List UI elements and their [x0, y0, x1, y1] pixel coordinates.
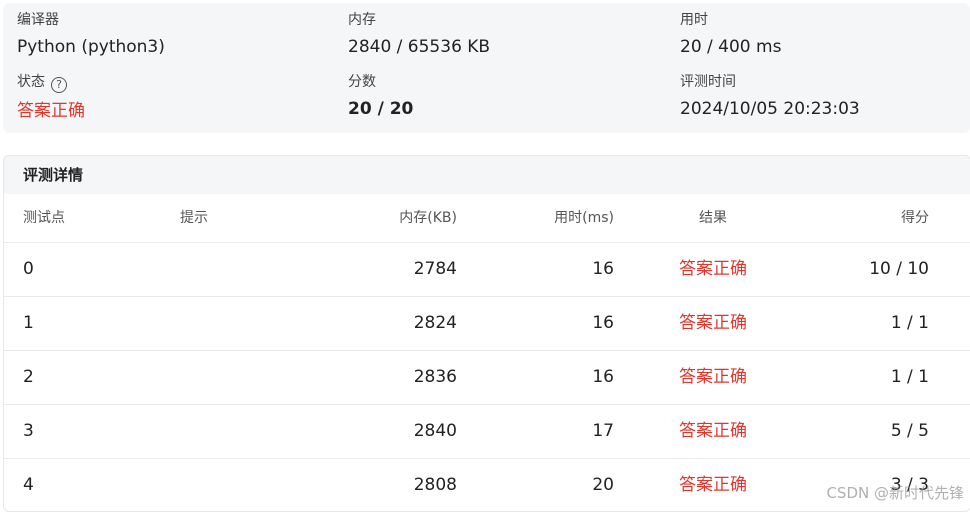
score-label: 分数: [348, 73, 413, 91]
testcase-index: 0: [23, 243, 34, 296]
testcase-index: 2: [23, 351, 34, 404]
testcase-score: 10 / 10: [869, 243, 929, 296]
judge-time-label: 评测时间: [680, 73, 860, 91]
csdn-watermark: CSDN @新时代先锋: [826, 482, 964, 503]
table-row: 0 2784 16 答案正确 10 / 10: [4, 243, 970, 297]
testcase-memory: 2784: [414, 243, 457, 296]
compiler-label: 编译器: [17, 11, 165, 29]
judge-time-value: 2024/10/05 20:23:03: [680, 98, 860, 120]
status-field: 状态? 答案正确: [17, 73, 85, 122]
status-label: 状态: [17, 74, 45, 90]
memory-field: 内存 2840 / 65536 KB: [348, 11, 490, 58]
column-header-score: 得分: [901, 194, 929, 242]
testcase-index: 4: [23, 459, 34, 512]
testcase-result: 答案正确: [677, 459, 749, 512]
testcase-memory: 2808: [414, 459, 457, 512]
status-label-row: 状态?: [17, 73, 85, 93]
table-header-row: 测试点 提示 内存(KB) 用时(ms) 结果 得分: [4, 194, 970, 243]
compiler-field: 编译器 Python (python3): [17, 11, 165, 58]
testcase-score: 1 / 1: [891, 351, 929, 404]
column-header-hint: 提示: [180, 194, 208, 242]
testcase-score: 1 / 1: [891, 297, 929, 350]
testcase-result: 答案正确: [677, 297, 749, 350]
table-row: 4 2808 20 答案正确 3 / 3: [4, 459, 970, 512]
testcase-time: 16: [592, 297, 614, 350]
time-used-value: 20 / 400 ms: [680, 36, 781, 58]
testcase-time: 20: [592, 459, 614, 512]
time-used-field: 用时 20 / 400 ms: [680, 11, 781, 58]
testcase-index: 3: [23, 405, 34, 458]
score-value: 20 / 20: [348, 98, 413, 120]
submission-summary-panel: 编译器 Python (python3) 内存 2840 / 65536 KB …: [3, 3, 970, 133]
table-row: 1 2824 16 答案正确 1 / 1: [4, 297, 970, 351]
testcase-time: 16: [592, 351, 614, 404]
column-header-memory: 内存(KB): [399, 194, 457, 242]
column-header-result: 结果: [677, 194, 749, 242]
testcase-index: 1: [23, 297, 34, 350]
testcase-result: 答案正确: [677, 405, 749, 458]
column-header-testcase: 测试点: [23, 194, 65, 242]
help-icon[interactable]: ?: [51, 77, 67, 93]
compiler-value: Python (python3): [17, 36, 165, 58]
judge-details-panel: 评测详情 测试点 提示 内存(KB) 用时(ms) 结果 得分 0 2784 1…: [3, 155, 970, 512]
testcase-result: 答案正确: [677, 243, 749, 296]
table-row: 2 2836 16 答案正确 1 / 1: [4, 351, 970, 405]
testcase-memory: 2824: [414, 297, 457, 350]
status-value: 答案正确: [17, 100, 85, 122]
testcase-memory: 2840: [414, 405, 457, 458]
testcase-result: 答案正确: [677, 351, 749, 404]
score-field: 分数 20 / 20: [348, 73, 413, 120]
time-used-label: 用时: [680, 11, 781, 29]
table-row: 3 2840 17 答案正确 5 / 5: [4, 405, 970, 459]
column-header-time: 用时(ms): [554, 194, 614, 242]
memory-label: 内存: [348, 11, 490, 29]
testcase-time: 16: [592, 243, 614, 296]
testcase-time: 17: [592, 405, 614, 458]
testcase-score: 5 / 5: [891, 405, 929, 458]
memory-value: 2840 / 65536 KB: [348, 36, 490, 58]
judge-details-title: 评测详情: [4, 156, 970, 194]
testcase-memory: 2836: [414, 351, 457, 404]
judge-time-field: 评测时间 2024/10/05 20:23:03: [680, 73, 860, 120]
